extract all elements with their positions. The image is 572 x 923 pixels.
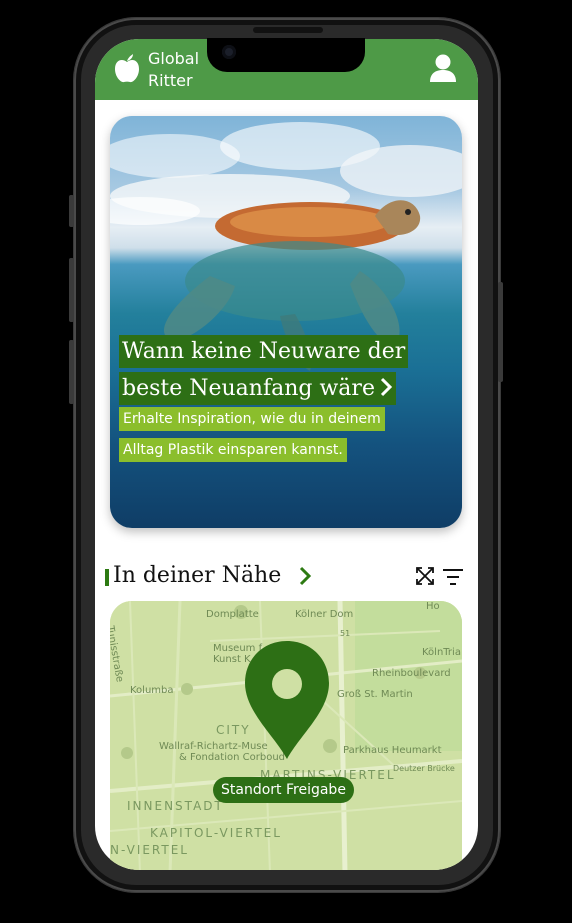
map-label-koelner-dom: Kölner Dom: [295, 609, 354, 620]
volume-up-button: [69, 258, 74, 322]
map-label-innenstadt: INNENSTADT: [127, 799, 224, 813]
hero-card[interactable]: Wann keine Neuware der beste Neuanfang w…: [110, 116, 462, 528]
map-view[interactable]: Tunisstraße Domplatte Kölner Dom Ho 51 M…: [110, 601, 462, 870]
volume-down-button: [69, 340, 74, 404]
user-icon[interactable]: [428, 53, 458, 83]
chevron-right-icon: [380, 377, 393, 397]
map-label-kolumba: Kolumba: [130, 685, 174, 696]
apple-icon[interactable]: [113, 53, 141, 83]
section-header: In deiner Nähe: [105, 561, 465, 591]
front-camera: [222, 45, 236, 59]
map-label-hohe: Ho: [426, 601, 440, 612]
map-label-51: 51: [340, 629, 351, 638]
hero-title-line-2-text: beste Neuanfang wäre: [122, 376, 375, 401]
location-share-button[interactable]: Standort Freigabe: [213, 777, 354, 803]
location-pin-icon[interactable]: [243, 639, 331, 761]
hero-subtitle-line-1: Erhalte Inspiration, wie du in deinem: [119, 407, 385, 431]
map-label-koelntria: KölnTria: [422, 647, 461, 658]
brand-line-2: Ritter: [148, 71, 193, 90]
map-label-rheinboulevard: Rheinboulevard: [372, 668, 451, 679]
section-title[interactable]: In deiner Nähe: [113, 561, 281, 591]
hero-title[interactable]: Wann keine Neuware der beste Neuanfang w…: [119, 335, 449, 409]
map-label-domplatte: Domplatte: [206, 609, 259, 620]
map-label-gross-st-martin: Groß St. Martin: [337, 689, 413, 700]
map-label-deutzer-bruecke: Deutzer Brücke: [393, 764, 455, 773]
section-accent-bar: [105, 569, 109, 586]
mute-switch: [69, 195, 74, 227]
expand-icon[interactable]: [415, 566, 435, 586]
brand-line-1: Global: [148, 49, 200, 68]
filter-icon[interactable]: [442, 567, 464, 587]
map-label-n-viertel: N-VIERTEL: [110, 843, 189, 857]
brand-name[interactable]: Global Ritter: [148, 48, 199, 92]
earpiece-speaker: [253, 27, 323, 33]
map-label-parkhaus: Parkhaus Heumarkt: [343, 745, 442, 756]
power-button: [498, 282, 503, 382]
hero-title-line-1: Wann keine Neuware der: [119, 335, 409, 368]
hero-subtitle: Erhalte Inspiration, wie du in deinem Al…: [119, 407, 385, 469]
hero-title-line-2: beste Neuanfang wäre: [119, 372, 396, 405]
hero-subtitle-line-2: Alltag Plastik einsparen kannst.: [119, 438, 347, 462]
app-screen: Global Ritter Wann keine Neuware der bes…: [95, 39, 478, 870]
chevron-right-icon[interactable]: [297, 564, 313, 588]
map-label-kapitol-viertel: KAPITOL-VIERTEL: [150, 826, 282, 840]
